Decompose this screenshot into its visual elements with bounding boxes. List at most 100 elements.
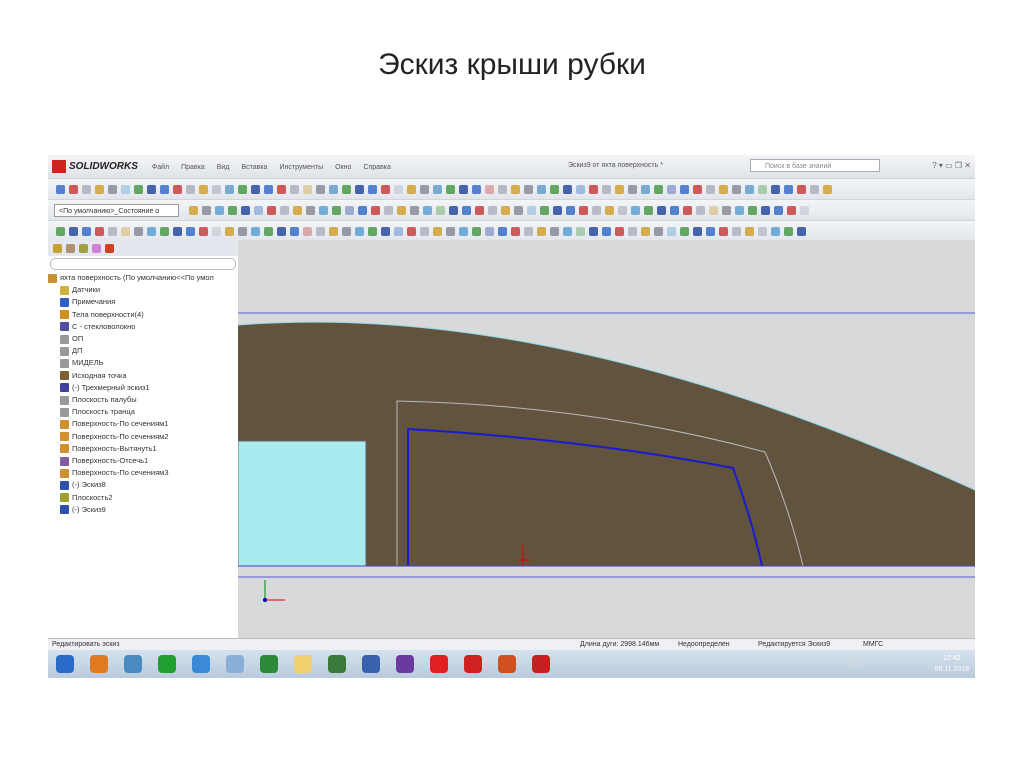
menu-tools[interactable]: Инструменты xyxy=(279,164,323,171)
tree-item[interactable]: Поверхность-По сечениям3 xyxy=(48,467,238,479)
toolbar-button-icon[interactable] xyxy=(381,184,390,194)
toolbar-button-icon[interactable] xyxy=(186,184,195,194)
toolbar-button-icon[interactable] xyxy=(602,226,611,236)
tree-item[interactable]: (-) Трехмерный эскиз1 xyxy=(48,382,238,394)
toolbar-button-icon[interactable] xyxy=(488,205,497,215)
toolbar-button-icon[interactable] xyxy=(368,226,377,236)
toolbar-button-icon[interactable] xyxy=(121,184,130,194)
tree-item[interactable]: Плоскость палубы xyxy=(48,394,238,406)
taskbar-app-icon[interactable] xyxy=(158,655,176,673)
toolbar-button-icon[interactable] xyxy=(706,184,715,194)
clock-date[interactable]: 09.11.2018 xyxy=(934,664,969,675)
toolbar-button-icon[interactable] xyxy=(420,184,429,194)
menu-view[interactable]: Вид xyxy=(217,164,230,171)
toolbar-button-icon[interactable] xyxy=(732,226,741,236)
toolbar-button-icon[interactable] xyxy=(199,226,208,236)
toolbar-button-icon[interactable] xyxy=(329,184,338,194)
taskbar-app-icon[interactable] xyxy=(464,655,482,673)
toolbar-button-icon[interactable] xyxy=(514,205,523,215)
search-input[interactable]: Поиск в базе знаний xyxy=(750,159,880,172)
toolbar-button-icon[interactable] xyxy=(56,184,65,194)
toolbar-button-icon[interactable] xyxy=(108,226,117,236)
toolbar-button-icon[interactable] xyxy=(745,226,754,236)
toolbar-button-icon[interactable] xyxy=(433,226,442,236)
toolbar-button-icon[interactable] xyxy=(719,184,728,194)
toolbar-button-icon[interactable] xyxy=(280,205,289,215)
toolbar-button-icon[interactable] xyxy=(189,205,198,215)
toolbar-button-icon[interactable] xyxy=(254,205,263,215)
taskbar-app-icon[interactable] xyxy=(124,655,142,673)
toolbar-button-icon[interactable] xyxy=(771,184,780,194)
toolbar-button-icon[interactable] xyxy=(345,205,354,215)
taskbar-app-icon[interactable] xyxy=(396,655,414,673)
toolbar-button-icon[interactable] xyxy=(251,226,260,236)
toolbar-button-icon[interactable] xyxy=(433,184,442,194)
toolbar-button-icon[interactable] xyxy=(615,184,624,194)
menu-file[interactable]: Файл xyxy=(152,164,169,171)
tree-item[interactable]: Поверхность-Отсечь1 xyxy=(48,455,238,467)
toolbar-button-icon[interactable] xyxy=(631,205,640,215)
toolbar-button-icon[interactable] xyxy=(784,226,793,236)
taskbar-app-icon[interactable] xyxy=(260,655,278,673)
toolbar-button-icon[interactable] xyxy=(511,226,520,236)
display-tab-icon[interactable] xyxy=(105,243,114,253)
toolbar-button-icon[interactable] xyxy=(605,205,614,215)
toolbar-button-icon[interactable] xyxy=(719,226,728,236)
toolbar-button-icon[interactable] xyxy=(173,184,182,194)
toolbar-button-icon[interactable] xyxy=(563,184,572,194)
toolbar-button-icon[interactable] xyxy=(319,205,328,215)
toolbar-button-icon[interactable] xyxy=(732,184,741,194)
toolbar-button-icon[interactable] xyxy=(397,205,406,215)
toolbar-button-icon[interactable] xyxy=(800,205,809,215)
tree-item[interactable]: Плоскость2 xyxy=(48,492,238,504)
toolbar-button-icon[interactable] xyxy=(550,226,559,236)
toolbar-button-icon[interactable] xyxy=(394,184,403,194)
toolbar-button-icon[interactable] xyxy=(511,184,520,194)
toolbar-button-icon[interactable] xyxy=(264,226,273,236)
toolbar-button-icon[interactable] xyxy=(680,184,689,194)
toolbar-button-icon[interactable] xyxy=(540,205,549,215)
toolbar-button-icon[interactable] xyxy=(290,226,299,236)
toolbar-button-icon[interactable] xyxy=(410,205,419,215)
tree-item[interactable]: Поверхность-По сечениям1 xyxy=(48,418,238,430)
toolbar-button-icon[interactable] xyxy=(641,226,650,236)
toolbar-button-icon[interactable] xyxy=(394,226,403,236)
tree-item[interactable]: Исходная точка xyxy=(48,370,238,382)
taskbar-app-icon[interactable] xyxy=(56,655,74,673)
menu-help[interactable]: Справка xyxy=(363,164,390,171)
toolbar-button-icon[interactable] xyxy=(95,226,104,236)
window-controls[interactable]: ? ▾ ▭ ❐ ✕ xyxy=(932,161,971,170)
taskbar-app-icon[interactable] xyxy=(294,655,312,673)
toolbar-button-icon[interactable] xyxy=(108,184,117,194)
toolbar-button-icon[interactable] xyxy=(238,184,247,194)
toolbar-button-icon[interactable] xyxy=(134,226,143,236)
graphics-viewport[interactable] xyxy=(238,240,975,638)
toolbar-button-icon[interactable] xyxy=(212,226,221,236)
toolbar-button-icon[interactable] xyxy=(475,205,484,215)
toolbar-button-icon[interactable] xyxy=(56,226,65,236)
toolbar-button-icon[interactable] xyxy=(228,205,237,215)
tree-item[interactable]: ДП xyxy=(48,345,238,357)
toolbar-button-icon[interactable] xyxy=(173,226,182,236)
menu-edit[interactable]: Правка xyxy=(181,164,205,171)
toolbar-button-icon[interactable] xyxy=(371,205,380,215)
toolbar-button-icon[interactable] xyxy=(147,184,156,194)
toolbar-button-icon[interactable] xyxy=(748,205,757,215)
clock-time[interactable]: 12:42 xyxy=(934,653,969,664)
toolbar-button-icon[interactable] xyxy=(589,184,598,194)
toolbar-button-icon[interactable] xyxy=(722,205,731,215)
toolbar-button-icon[interactable] xyxy=(667,226,676,236)
toolbar-button-icon[interactable] xyxy=(306,205,315,215)
taskbar-app-icon[interactable] xyxy=(532,655,550,673)
toolbar-button-icon[interactable] xyxy=(355,226,364,236)
toolbar-button-icon[interactable] xyxy=(186,226,195,236)
toolbar-button-icon[interactable] xyxy=(758,226,767,236)
toolbar-button-icon[interactable] xyxy=(524,226,533,236)
toolbar-button-icon[interactable] xyxy=(709,205,718,215)
toolbar-button-icon[interactable] xyxy=(329,226,338,236)
toolbar-button-icon[interactable] xyxy=(212,184,221,194)
toolbar-button-icon[interactable] xyxy=(459,184,468,194)
toolbar-button-icon[interactable] xyxy=(696,205,705,215)
toolbar-button-icon[interactable] xyxy=(787,205,796,215)
toolbar-button-icon[interactable] xyxy=(527,205,536,215)
